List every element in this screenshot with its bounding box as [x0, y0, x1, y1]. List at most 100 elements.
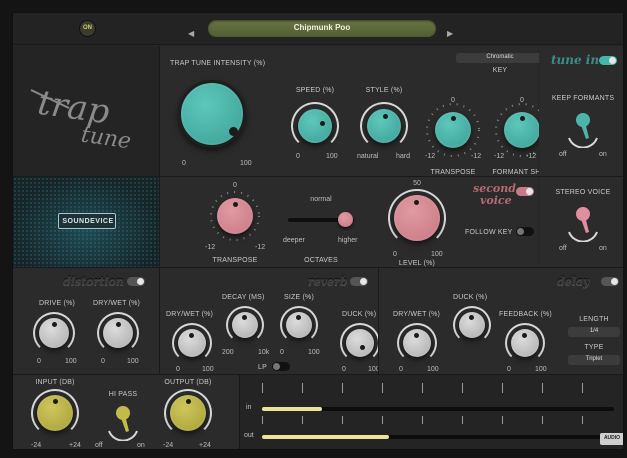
logo-tune: tune: [79, 123, 132, 152]
speed-max: 100: [326, 153, 338, 160]
feedback-knob[interactable]: [511, 329, 539, 357]
sv-transpose-zero: 0: [233, 182, 237, 189]
delay-panel: delay DRY/WET (%) 0 100 DUCK (%) FEEDBAC…: [379, 268, 623, 374]
delay-drywet-max: 100: [427, 366, 439, 373]
decay-max: 10k: [258, 349, 270, 356]
style-knob[interactable]: [367, 109, 401, 143]
logo-panel: trap tune: [13, 46, 159, 176]
on-button[interactable]: ON: [80, 21, 95, 36]
dist-drywet-min: 0: [101, 358, 105, 365]
follow-key-toggle[interactable]: [516, 227, 534, 236]
brand-panel: SOUNDEVICE: [13, 177, 159, 267]
decay-label: DECAY (ms): [222, 294, 265, 301]
input-min: -24: [31, 442, 42, 449]
delay-toggle[interactable]: [601, 277, 619, 286]
key-select[interactable]: Chromatic: [456, 53, 544, 63]
keep-formants-switch[interactable]: [563, 108, 603, 148]
formant-min: -12: [494, 153, 505, 160]
octaves-slider-track[interactable]: [288, 212, 354, 227]
stereo-voice-switch[interactable]: [563, 202, 603, 242]
knob-indicator: [469, 315, 474, 320]
sv-transpose-knob[interactable]: [217, 198, 253, 234]
distortion-title: distortion: [63, 275, 124, 288]
io-panel: INPUT (dB) -24 +24 HI PASS off on OUTPUT…: [13, 375, 239, 449]
tune-in-toggle[interactable]: [599, 56, 617, 65]
delay-duck-knob[interactable]: [459, 312, 485, 338]
delay-duck-label: DUCK (%): [453, 294, 488, 301]
soundevice-logo: SOUNDEVICE: [58, 213, 116, 229]
keep-formants-off: off: [559, 151, 567, 158]
octaves-higher: higher: [338, 237, 358, 244]
meters-panel: in out AUDIO: [240, 375, 623, 449]
input-knob[interactable]: [37, 395, 73, 431]
decay-knob[interactable]: [232, 312, 258, 338]
size-knob[interactable]: [286, 312, 312, 338]
transpose-tick-ring: [426, 103, 480, 157]
length-label: LENGTH: [579, 316, 609, 323]
knob-indicator: [186, 399, 191, 404]
formant-max: -12: [526, 153, 537, 160]
tune-in-panel: tune in KEEP FORMANTS off on: [539, 46, 623, 176]
speed-label: SPEED (%): [295, 87, 335, 94]
preset-name-display[interactable]: Chipmunk Poo: [208, 20, 436, 37]
audio-badge: AUDIO: [600, 433, 623, 445]
type-select[interactable]: Triplet: [568, 355, 620, 365]
style-max: hard: [396, 153, 411, 160]
dist-drywet-knob[interactable]: [103, 318, 133, 348]
distortion-toggle[interactable]: [127, 277, 145, 286]
speed-knob[interactable]: [298, 109, 332, 143]
drive-min: 0: [37, 358, 41, 365]
length-select[interactable]: 1/4: [568, 327, 620, 337]
knob-indicator: [242, 315, 247, 320]
size-min: 0: [280, 349, 284, 356]
knob-indicator: [414, 200, 419, 205]
preset-name: Chipmunk Poo: [293, 23, 351, 32]
stereo-voice-panel: STEREO VOICE off on: [539, 177, 623, 267]
plugin-window: ON ◀ Chipmunk Poo ▶ trap tune TRAP TUNE …: [12, 12, 624, 450]
rev-duck-knob[interactable]: [346, 329, 374, 357]
reverb-title: reverb: [308, 275, 348, 288]
brand-name: SOUNDEVICE: [62, 218, 114, 225]
trap-tune-logo: trap tune: [30, 83, 133, 152]
intensity-knob[interactable]: [178, 80, 246, 148]
intensity-max: 100: [240, 160, 252, 167]
prev-preset-button[interactable]: ◀: [188, 23, 198, 38]
rev-drywet-knob[interactable]: [178, 329, 206, 357]
knob-indicator: [229, 127, 238, 136]
keep-formants-label: KEEP FORMANTS: [551, 95, 615, 102]
octaves-slider-handle[interactable]: [338, 212, 353, 227]
feedback-min: 0: [507, 366, 511, 373]
transpose-min: -12: [425, 153, 436, 160]
meter-out-fill: [262, 435, 389, 439]
drive-label: DRIVE (%): [39, 300, 76, 307]
tune-panel: TRAP TUNE INTENSITY (%) 0 100 SPEED (%) …: [160, 46, 551, 176]
knob-indicator: [189, 333, 194, 338]
meter-in-track: [262, 407, 614, 411]
triangle-right-icon: ▶: [447, 29, 454, 38]
sv-transpose-label: TRANSPOSE: [212, 257, 258, 264]
output-knob[interactable]: [170, 395, 206, 431]
header-bar: ON ◀ Chipmunk Poo ▶: [13, 13, 623, 45]
lp-toggle[interactable]: [272, 362, 290, 371]
output-min: -24: [163, 442, 174, 449]
hipass-label: HI PASS: [108, 391, 138, 398]
second-voice-title-2: voice: [480, 194, 512, 207]
reverb-toggle[interactable]: [350, 277, 368, 286]
knob-indicator: [296, 315, 301, 320]
second-voice-toggle[interactable]: [516, 187, 534, 196]
level-label: LEVEL (%): [398, 260, 436, 267]
hipass-switch[interactable]: [103, 401, 143, 441]
octaves-deeper: deeper: [283, 237, 305, 244]
second-voice-panel: 0 -12 -12 TRANSPOSE normal deeper higher…: [160, 177, 538, 267]
type-label: TYPE: [584, 344, 604, 351]
level-knob[interactable]: [394, 195, 440, 241]
level-value: 50: [413, 180, 421, 187]
meter-ticks-mid: [262, 416, 622, 424]
drive-knob[interactable]: [39, 318, 69, 348]
size-label: SIZE (%): [284, 294, 314, 301]
speed-min: 0: [296, 153, 300, 160]
next-preset-button[interactable]: ▶: [447, 23, 457, 38]
delay-drywet-knob[interactable]: [403, 329, 431, 357]
drive-max: 100: [65, 358, 77, 365]
feedback-label: FEEDBACK (%): [499, 311, 552, 318]
